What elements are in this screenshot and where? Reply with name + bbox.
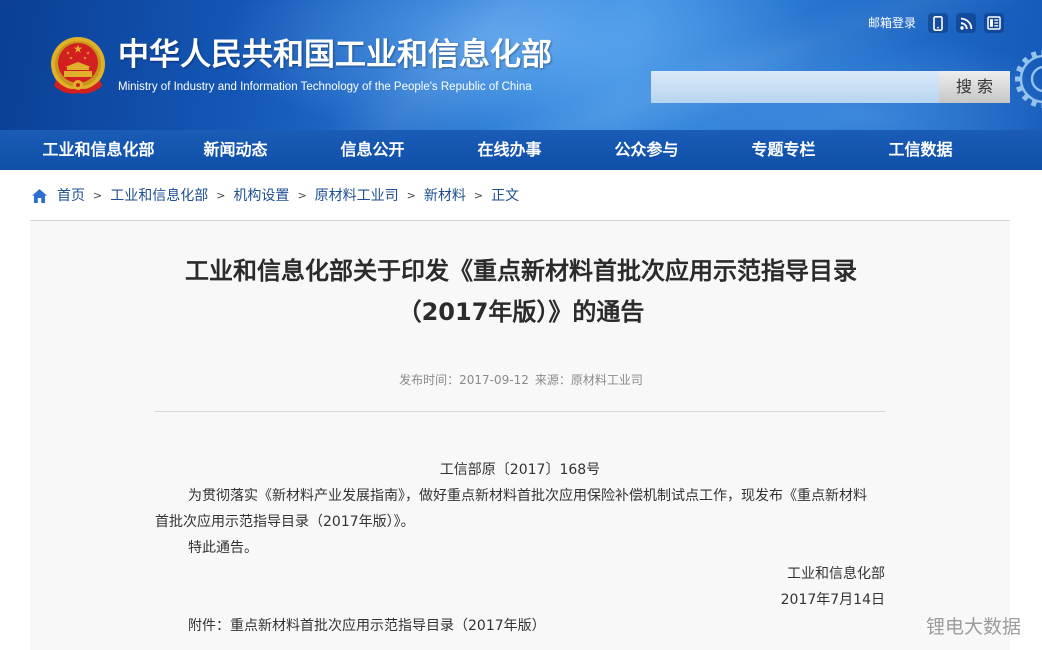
breadcrumb-separator: >: [216, 189, 226, 202]
email-login-link[interactable]: 邮箱登录: [868, 14, 916, 32]
body-paragraph-line: 为贯彻落实《新材料产业发展指南》，做好重点新材料首批次应用保险补偿机制试点工作，…: [188, 488, 867, 504]
home-icon[interactable]: [32, 189, 47, 203]
rss-icon[interactable]: [956, 13, 977, 33]
source-label: 来源：: [534, 373, 571, 387]
gear-icon: [1015, 50, 1042, 108]
site-title: 中华人民共和国工业和信息化部: [118, 37, 552, 73]
signature-date: 2017年7月14日: [780, 592, 885, 608]
breadcrumb-separator: >: [473, 189, 484, 202]
signature-org: 工业和信息化部: [787, 566, 885, 582]
publish-label: 发布时间：: [399, 373, 460, 387]
site-header: 中华人民共和国工业和信息化部 Ministry of Industry and …: [0, 0, 1042, 130]
closing-text: 特此通告。: [188, 540, 258, 556]
source-value: 原材料工业司: [570, 373, 643, 387]
article-title-line: 工业和信息化部关于印发《重点新材料首批次应用示范指导目录: [185, 257, 857, 285]
attachment-label: 附件：: [188, 618, 230, 634]
nav-item-data[interactable]: 工信数据: [852, 130, 989, 170]
document-number: 工信部原〔2017〕168号: [439, 462, 601, 478]
breadcrumb: 首页 > 工业和信息化部 > 机构设置 > 原材料工业司 > 新材料 > 正文: [32, 186, 519, 206]
mobile-icon[interactable]: [928, 13, 949, 33]
attachment-link[interactable]: 重点新材料首批次应用示范指导目录（2017年版）: [230, 618, 546, 634]
attachment: 附件：重点新材料首批次应用示范指导目录（2017年版）: [155, 613, 885, 639]
search-button[interactable]: 搜 索: [939, 71, 1010, 103]
nav-item-info-disclosure[interactable]: 信息公开: [304, 130, 441, 170]
article-divider: [155, 411, 885, 412]
nav-item-public-participation[interactable]: 公众参与: [578, 130, 715, 170]
publish-date: 2017-09-12: [459, 373, 529, 387]
article-body: 工信部原〔2017〕168号 为贯彻落实《新材料产业发展指南》，做好重点新材料首…: [155, 457, 885, 639]
national-emblem-logo: [51, 37, 105, 94]
article-meta: 发布时间：2017-09-12 来源：原材料工业司: [0, 370, 1042, 390]
breadcrumb-raw-materials-dept[interactable]: 原材料工业司: [315, 186, 399, 206]
breadcrumb-home[interactable]: 首页: [57, 186, 85, 206]
document-icon[interactable]: [984, 13, 1005, 33]
search-input[interactable]: [651, 71, 939, 103]
main-nav-items: 工业和信息化部 新闻动态 信息公开 在线办事 公众参与 专题专栏 工信数据: [30, 130, 989, 170]
nav-item-ministry[interactable]: 工业和信息化部: [30, 130, 167, 170]
breadcrumb-ministry[interactable]: 工业和信息化部: [110, 186, 208, 206]
site-logo-link[interactable]: 中华人民共和国工业和信息化部 Ministry of Industry and …: [48, 34, 568, 100]
breadcrumb-organization[interactable]: 机构设置: [233, 186, 289, 206]
watermark: 锂电大数据: [926, 616, 1022, 638]
breadcrumb-new-materials[interactable]: 新材料: [424, 186, 466, 206]
nav-item-online-services[interactable]: 在线办事: [441, 130, 578, 170]
nav-item-special-topics[interactable]: 专题专栏: [715, 130, 852, 170]
breadcrumb-separator: >: [93, 189, 103, 202]
breadcrumb-separator: >: [297, 189, 307, 202]
article-title: 工业和信息化部关于印发《重点新材料首批次应用示范指导目录 （2017年版）》的通…: [0, 251, 1042, 333]
breadcrumb-current: 正文: [491, 188, 520, 204]
main-nav: 工业和信息化部 新闻动态 信息公开 在线办事 公众参与 专题专栏 工信数据: [0, 130, 1042, 170]
top-links: 邮箱登录: [868, 12, 1012, 34]
breadcrumb-separator: >: [406, 189, 416, 202]
site-subtitle: Ministry of Industry and Information Tec…: [118, 81, 532, 93]
body-paragraph-line: 首批次应用示范指导目录（2017年版）》。: [155, 514, 415, 530]
nav-item-news[interactable]: 新闻动态: [167, 130, 304, 170]
article-title-line: （2017年版）》的通告: [397, 298, 645, 326]
